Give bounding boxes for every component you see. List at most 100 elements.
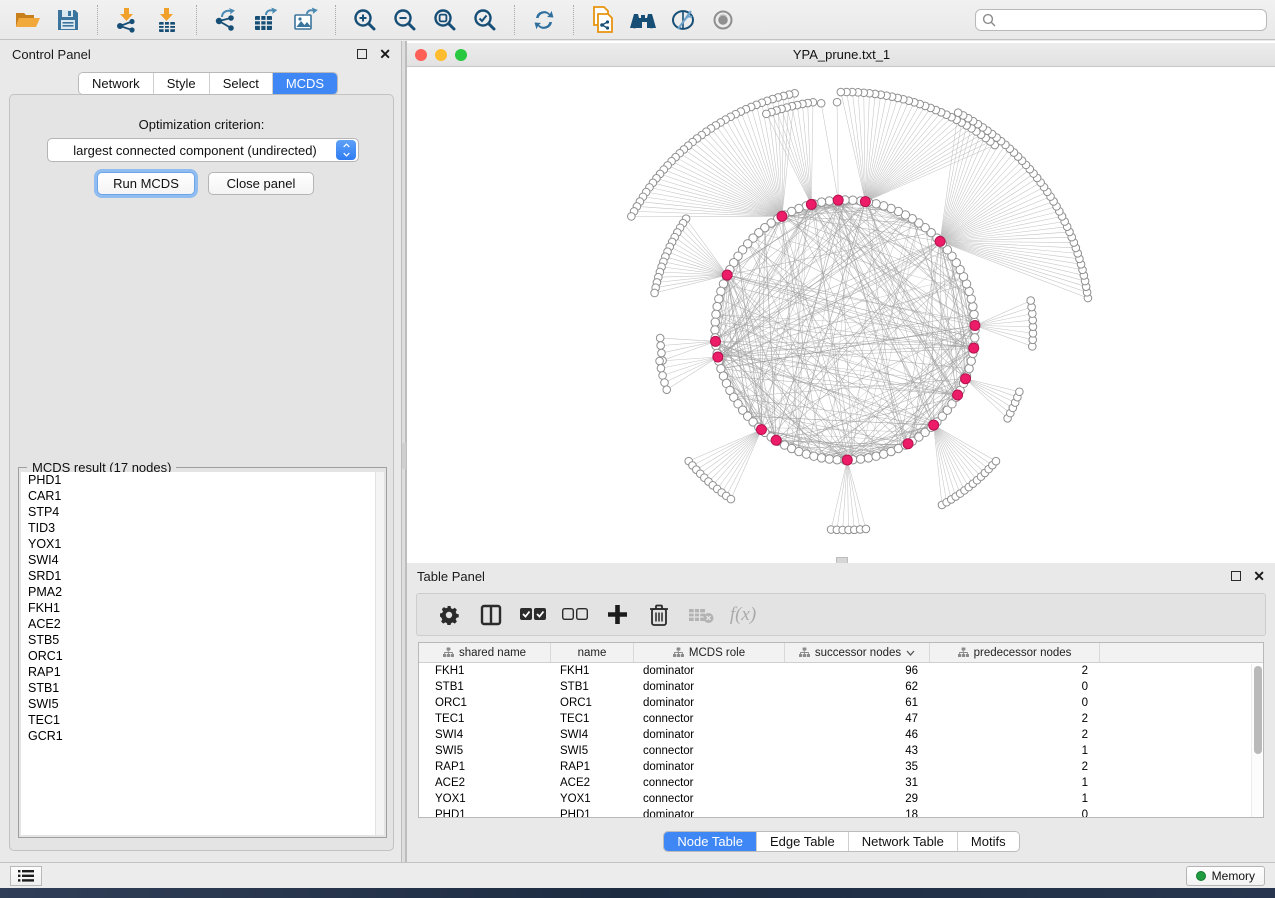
show-graphics-button[interactable] <box>706 4 740 36</box>
mcds-result-list[interactable]: PHD1CAR1STP4TID3YOX1SWI4SRD1PMA2FKH1ACE2… <box>21 472 376 835</box>
column-header-MCDS-role[interactable]: MCDS role <box>634 643 785 662</box>
table-row[interactable]: SWI4SWI4dominator462 <box>419 727 1263 743</box>
close-panel-icon[interactable]: ✕ <box>1253 571 1265 581</box>
close-panel-button[interactable]: Close panel <box>208 172 314 195</box>
delete-table-button[interactable] <box>683 598 719 632</box>
network-search <box>975 9 1267 31</box>
table-row[interactable]: SWI5SWI5connector431 <box>419 743 1263 759</box>
cell-shared-name: STB1 <box>419 681 551 693</box>
column-header-shared-name[interactable]: shared name <box>419 643 551 662</box>
show-columns-button[interactable] <box>473 598 509 632</box>
tab-select[interactable]: Select <box>210 73 273 94</box>
table-tab-node-table[interactable]: Node Table <box>664 832 757 851</box>
mcds-result-item[interactable]: SWI4 <box>21 552 376 568</box>
table-tabs: Node TableEdge TableNetwork TableMotifs <box>663 831 1019 852</box>
table-settings-button[interactable] <box>431 598 467 632</box>
mcds-result-item[interactable]: PHD1 <box>21 472 376 488</box>
table-body: FKH1FKH1dominator962STB1STB1dominator620… <box>419 663 1263 818</box>
mcds-result-item[interactable]: GCR1 <box>21 728 376 744</box>
column-header-name[interactable]: name <box>551 643 634 662</box>
mcds-result-item[interactable]: TEC1 <box>21 712 376 728</box>
cell-shared-name: ORC1 <box>419 697 551 709</box>
table-scrollbar-thumb[interactable] <box>1254 666 1262 754</box>
tab-mcds[interactable]: MCDS <box>273 73 337 94</box>
cell-shared-name: PHD1 <box>419 809 551 818</box>
network-view[interactable] <box>407 68 1275 563</box>
tab-style[interactable]: Style <box>154 73 210 94</box>
deselect-all-button[interactable] <box>557 598 593 632</box>
function-builder-button[interactable]: f(x) <box>725 598 761 632</box>
table-row[interactable]: FKH1FKH1dominator962 <box>419 663 1263 679</box>
search-network-button[interactable] <box>626 4 660 36</box>
zoom-selected-button[interactable] <box>468 4 502 36</box>
table-row[interactable]: ORC1ORC1dominator610 <box>419 695 1263 711</box>
table-header-row: shared name name MCDS role successor node… <box>419 643 1263 663</box>
toolbar-separator <box>97 5 98 35</box>
mcds-result-item[interactable]: SWI5 <box>21 696 376 712</box>
import-table-button[interactable] <box>150 4 184 36</box>
cell-predecessor-nodes: 0 <box>930 697 1100 709</box>
cell-name: STB1 <box>551 681 634 693</box>
save-icon <box>57 9 79 31</box>
tab-network[interactable]: Network <box>79 73 154 94</box>
delete-columns-button[interactable] <box>641 598 677 632</box>
column-header-predecessor-nodes[interactable]: predecessor nodes <box>930 643 1100 662</box>
zoom-out-button[interactable] <box>388 4 422 36</box>
float-panel-icon[interactable] <box>357 49 367 59</box>
memory-button[interactable]: Memory <box>1186 866 1265 886</box>
mcds-result-item[interactable]: PMA2 <box>21 584 376 600</box>
column-label: name <box>578 647 607 659</box>
clone-network-button[interactable] <box>586 4 620 36</box>
table-row[interactable]: PHD1PHD1dominator180 <box>419 807 1263 818</box>
refresh-button[interactable] <box>527 4 561 36</box>
mcds-result-item[interactable]: TID3 <box>21 520 376 536</box>
table-row[interactable]: RAP1RAP1dominator352 <box>419 759 1263 775</box>
mcds-result-item[interactable]: ORC1 <box>21 648 376 664</box>
cell-shared-name: ACE2 <box>419 777 551 789</box>
export-network-button[interactable] <box>209 4 243 36</box>
search-input[interactable] <box>975 9 1267 31</box>
mcds-result-item[interactable]: YOX1 <box>21 536 376 552</box>
table-tab-edge-table[interactable]: Edge Table <box>757 832 849 851</box>
zoom-fit-button[interactable] <box>428 4 462 36</box>
memory-label: Memory <box>1212 869 1255 883</box>
float-panel-icon[interactable] <box>1231 571 1241 581</box>
import-network-button[interactable] <box>110 4 144 36</box>
create-column-button[interactable] <box>599 598 635 632</box>
cell-successor-nodes: 29 <box>785 793 930 805</box>
mcds-result-item[interactable]: STP4 <box>21 504 376 520</box>
cell-successor-nodes: 61 <box>785 697 930 709</box>
mcds-list-scrollbar[interactable] <box>375 472 384 835</box>
mcds-result-item[interactable]: STB5 <box>21 632 376 648</box>
table-row[interactable]: ACE2ACE2connector311 <box>419 775 1263 791</box>
cell-name: SWI5 <box>551 745 634 757</box>
hide-details-button[interactable] <box>666 4 700 36</box>
table-row[interactable]: YOX1YOX1connector291 <box>419 791 1263 807</box>
export-table-button[interactable] <box>249 4 283 36</box>
table-tab-network-table[interactable]: Network Table <box>849 832 958 851</box>
table-row[interactable]: STB1STB1dominator620 <box>419 679 1263 695</box>
close-panel-icon[interactable]: ✕ <box>379 49 391 59</box>
table-tab-motifs[interactable]: Motifs <box>958 832 1019 851</box>
cell-MCDS-role: connector <box>634 777 785 789</box>
zoom-selected-icon <box>473 8 497 32</box>
run-mcds-button[interactable]: Run MCDS <box>97 172 195 195</box>
task-history-button[interactable] <box>10 866 42 886</box>
mcds-result-item[interactable]: STB1 <box>21 680 376 696</box>
criterion-select[interactable]: largest connected component (undirected) <box>47 138 359 162</box>
open-file-button[interactable] <box>11 4 45 36</box>
export-image-icon <box>293 7 319 33</box>
mcds-result-item[interactable]: FKH1 <box>21 600 376 616</box>
zoom-in-button[interactable] <box>348 4 382 36</box>
mcds-result-item[interactable]: CAR1 <box>21 488 376 504</box>
save-session-button[interactable] <box>51 4 85 36</box>
mcds-result-item[interactable]: SRD1 <box>21 568 376 584</box>
table-scrollbar[interactable] <box>1251 664 1262 818</box>
node-table[interactable]: shared name name MCDS role successor node… <box>418 642 1264 818</box>
column-header-successor-nodes[interactable]: successor nodes <box>785 643 930 662</box>
export-image-button[interactable] <box>289 4 323 36</box>
select-all-button[interactable] <box>515 598 551 632</box>
table-row[interactable]: TEC1TEC1connector472 <box>419 711 1263 727</box>
mcds-result-item[interactable]: ACE2 <box>21 616 376 632</box>
mcds-result-item[interactable]: RAP1 <box>21 664 376 680</box>
